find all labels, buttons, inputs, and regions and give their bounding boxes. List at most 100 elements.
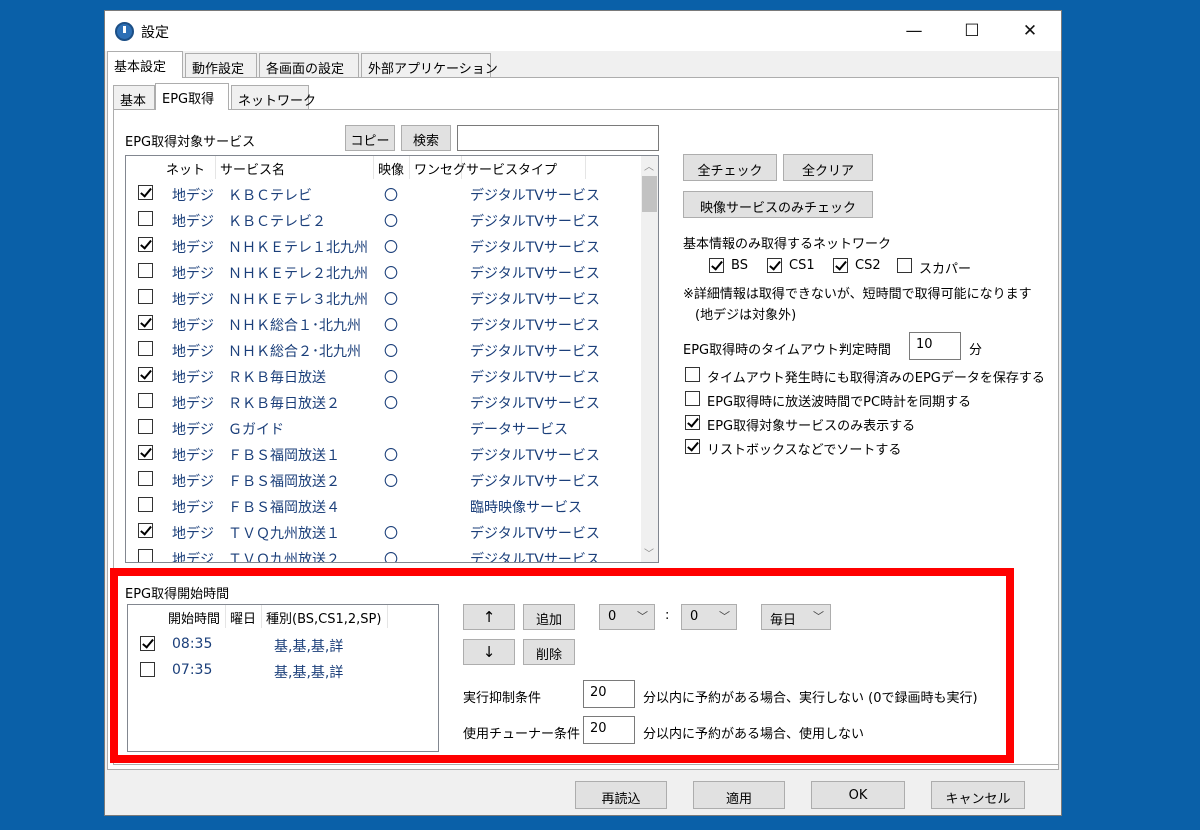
- service-net: 地デジ: [172, 552, 214, 563]
- service-row[interactable]: 地デジ ＦＢＳ福岡放送１ 〇 デジタルTVサービス: [126, 440, 658, 466]
- reload-button[interactable]: 再読込: [575, 781, 667, 809]
- check-all-button[interactable]: 全チェック: [683, 154, 777, 181]
- minimize-button[interactable]: —: [885, 11, 943, 51]
- save-on-timeout-label: タイムアウト発生時にも取得済みのEPGデータを保存する: [707, 371, 1045, 386]
- service-net: 地デジ: [172, 318, 214, 334]
- service-checkbox[interactable]: [138, 393, 153, 408]
- service-video: 〇: [384, 344, 398, 360]
- service-checkbox[interactable]: [138, 237, 153, 252]
- service-type: デジタルTVサービス: [470, 188, 600, 204]
- maximize-button[interactable]: ☐: [943, 11, 1001, 51]
- service-net: 地デジ: [172, 344, 214, 360]
- service-checkbox[interactable]: [138, 263, 153, 278]
- sort-listbox-checkbox[interactable]: [685, 439, 700, 454]
- clock-icon: [115, 22, 134, 41]
- service-type: デジタルTVサービス: [470, 474, 600, 490]
- service-checkbox[interactable]: [138, 185, 153, 200]
- cancel-button[interactable]: キャンセル: [931, 781, 1025, 809]
- service-checkbox[interactable]: [138, 315, 153, 330]
- service-name: ＮＨＫＥテレ３北九州: [228, 292, 368, 308]
- sync-clock-checkbox[interactable]: [685, 391, 700, 406]
- service-video: 〇: [384, 448, 398, 464]
- apply-button[interactable]: 適用: [693, 781, 785, 809]
- service-checkbox[interactable]: [138, 523, 153, 538]
- tab-network[interactable]: ネットワーク: [231, 85, 316, 110]
- clear-all-button[interactable]: 全クリア: [783, 154, 873, 181]
- service-row[interactable]: 地デジ ＮＨＫ総合２･北九州 〇 デジタルTVサービス: [126, 336, 658, 362]
- close-button[interactable]: ✕: [1001, 11, 1059, 51]
- column-header[interactable]: 映像: [374, 156, 410, 179]
- service-name: ＦＢＳ福岡放送２: [228, 474, 340, 490]
- save-on-timeout-checkbox[interactable]: [685, 367, 700, 382]
- search-input[interactable]: [457, 125, 659, 151]
- service-row[interactable]: 地デジ ＮＨＫＥテレ３北九州〇 デジタルTVサービス: [126, 284, 658, 310]
- service-row[interactable]: 地デジ ＦＢＳ福岡放送２ 〇 デジタルTVサービス: [126, 466, 658, 492]
- tab-operation-settings[interactable]: 動作設定: [185, 53, 257, 78]
- show-target-only-checkbox[interactable]: [685, 415, 700, 430]
- column-header[interactable]: サービスタイプ: [462, 156, 586, 179]
- service-row[interactable]: 地デジ ＫＢＣテレビ 〇 デジタルTVサービス: [126, 180, 658, 206]
- service-checkbox[interactable]: [138, 445, 153, 460]
- scroll-down-icon[interactable]: ﹀: [644, 545, 654, 560]
- tab-basic[interactable]: 基本: [113, 85, 155, 110]
- service-type: デジタルTVサービス: [470, 370, 600, 386]
- skyperfect-checkbox[interactable]: [897, 258, 912, 273]
- tab-basic-settings[interactable]: 基本設定: [107, 51, 183, 78]
- service-row[interactable]: 地デジ ＮＨＫＥテレ１北九州〇 デジタルTVサービス: [126, 232, 658, 258]
- service-checkbox[interactable]: [138, 341, 153, 356]
- service-net: 地デジ: [172, 526, 214, 542]
- service-type: デジタルTVサービス: [470, 526, 600, 542]
- service-checkbox[interactable]: [138, 211, 153, 226]
- column-header[interactable]: ワンセグ: [410, 156, 466, 179]
- bs-checkbox[interactable]: [709, 258, 724, 273]
- service-video: 〇: [384, 552, 398, 563]
- service-checkbox[interactable]: [138, 367, 153, 382]
- service-net: 地デジ: [172, 422, 214, 438]
- service-row[interactable]: 地デジ Ｇガイド データサービス: [126, 414, 658, 440]
- service-checkbox[interactable]: [138, 289, 153, 304]
- tab-external-apps[interactable]: 外部アプリケーション: [361, 53, 498, 78]
- network-note-sub: (地デジは対象外): [695, 308, 797, 323]
- search-button[interactable]: 検索: [401, 125, 451, 151]
- service-checkbox[interactable]: [138, 471, 153, 486]
- service-name: ＮＨＫ総合１･北九州: [228, 318, 361, 334]
- service-video: 〇: [384, 266, 398, 282]
- service-checkbox[interactable]: [138, 419, 153, 434]
- list-scrollbar[interactable]: ︿ ﹀: [641, 156, 658, 562]
- service-checkbox[interactable]: [138, 549, 153, 562]
- service-type: 臨時映像サービス: [470, 500, 582, 516]
- service-name: ＲＫＢ毎日放送: [228, 370, 326, 386]
- show-target-only-label: EPG取得対象サービスのみ表示する: [707, 419, 916, 434]
- copy-button[interactable]: コピー: [345, 125, 395, 151]
- service-row[interactable]: 地デジ ＲＫＢ毎日放送 〇 デジタルTVサービス: [126, 362, 658, 388]
- service-name: ＴＶＱ九州放送１: [228, 526, 340, 542]
- service-list[interactable]: ネット サービス名 映像 ワンセグ サービスタイプ 地デジ ＫＢＣテレビ〇デジタル…: [125, 155, 659, 563]
- scroll-up-icon[interactable]: ︿: [644, 158, 654, 173]
- service-row[interactable]: 地デジ ＮＨＫ総合１･北九州 〇 デジタルTVサービス: [126, 310, 658, 336]
- scroll-thumb[interactable]: [642, 176, 657, 212]
- service-video: 〇: [384, 526, 398, 542]
- video-only-check-button[interactable]: 映像サービスのみチェック: [683, 191, 873, 218]
- service-row[interactable]: 地デジ ＮＨＫＥテレ２北九州〇 デジタルTVサービス: [126, 258, 658, 284]
- cs2-checkbox[interactable]: [833, 258, 848, 273]
- tab-screen-settings[interactable]: 各画面の設定: [259, 53, 359, 78]
- service-net: 地デジ: [172, 214, 214, 230]
- cs1-checkbox[interactable]: [767, 258, 782, 273]
- service-row[interactable]: 地デジ ＴＶＱ九州放送１ 〇 デジタルTVサービス: [126, 518, 658, 544]
- service-row[interactable]: 地デジ ＦＢＳ福岡放送４ 臨時映像サービス: [126, 492, 658, 518]
- service-row[interactable]: 地デジ ＴＶＱ九州放送２ 〇 デジタルTVサービス: [126, 544, 658, 563]
- service-row[interactable]: 地デジ ＫＢＣテレビ２ 〇 デジタルTVサービス: [126, 206, 658, 232]
- service-type: デジタルTVサービス: [470, 292, 600, 308]
- column-header[interactable]: サービス名: [216, 156, 374, 179]
- cs1-label: CS1: [789, 258, 815, 273]
- tab-epg[interactable]: EPG取得: [155, 83, 229, 110]
- column-header[interactable]: ネット: [162, 156, 216, 179]
- service-row[interactable]: 地デジ ＲＫＢ毎日放送２ 〇 デジタルTVサービス: [126, 388, 658, 414]
- timeout-input[interactable]: 10: [909, 332, 961, 360]
- service-name: ＮＨＫ総合２･北九州: [228, 344, 361, 360]
- service-name: ＦＢＳ福岡放送４: [228, 500, 340, 516]
- service-checkbox[interactable]: [138, 497, 153, 512]
- service-video: 〇: [384, 396, 398, 412]
- service-name: ＫＢＣテレビ: [228, 188, 312, 204]
- ok-button[interactable]: OK: [811, 781, 905, 809]
